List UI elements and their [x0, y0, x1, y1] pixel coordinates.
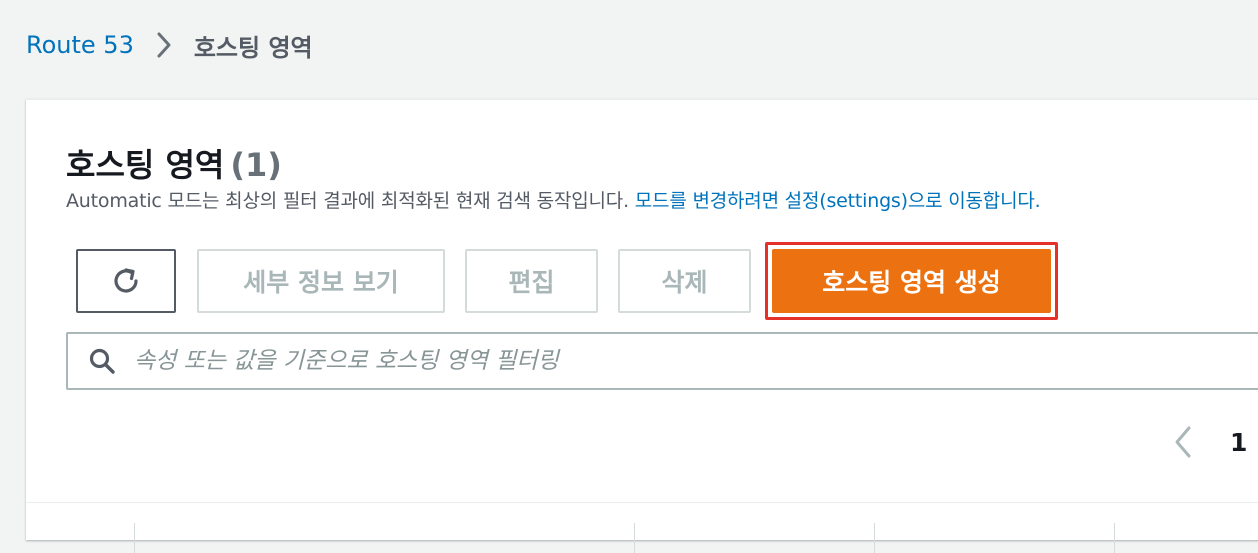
create-button-highlight: 호스팅 영역 생성	[765, 242, 1058, 320]
refresh-icon	[109, 264, 143, 298]
refresh-button[interactable]	[76, 249, 176, 313]
page-title: 호스팅 영역 (1)	[66, 140, 282, 186]
delete-button[interactable]: 삭제	[618, 249, 751, 313]
pagination: 1	[1172, 420, 1247, 464]
edit-button[interactable]: 편집	[465, 249, 598, 313]
hosted-zone-count: (1)	[230, 146, 282, 184]
chevron-right-icon	[156, 31, 172, 59]
breadcrumb-current: 호스팅 영역	[193, 33, 313, 62]
breadcrumb-route53-link[interactable]: Route 53	[26, 31, 134, 59]
column-divider[interactable]	[1114, 523, 1115, 553]
column-divider[interactable]	[874, 523, 875, 553]
description-text: Automatic 모드는 최상의 필터 결과에 최적화된 현재 검색 동작입니…	[66, 190, 635, 212]
column-divider[interactable]	[634, 523, 635, 553]
search-mode-description: Automatic 모드는 최상의 필터 결과에 최적화된 현재 검색 동작입니…	[66, 186, 1041, 213]
table-header	[26, 502, 1258, 553]
breadcrumb: Route 53 호스팅 영역	[26, 26, 313, 64]
chevron-left-icon[interactable]	[1172, 425, 1194, 459]
hosted-zones-panel: 호스팅 영역 (1) Automatic 모드는 최상의 필터 결과에 최적화된 …	[26, 99, 1258, 553]
search-icon	[88, 347, 116, 375]
create-hosted-zone-button[interactable]: 호스팅 영역 생성	[772, 249, 1051, 313]
search-input[interactable]	[132, 347, 1036, 375]
search-box	[66, 332, 1258, 390]
page-number-current[interactable]: 1	[1230, 428, 1247, 457]
settings-link[interactable]: 모드를 변경하려면 설정(settings)으로 이동합니다.	[635, 190, 1041, 212]
column-divider[interactable]	[134, 523, 135, 553]
view-details-button[interactable]: 세부 정보 보기	[197, 249, 445, 313]
page-title-text: 호스팅 영역	[66, 146, 225, 184]
